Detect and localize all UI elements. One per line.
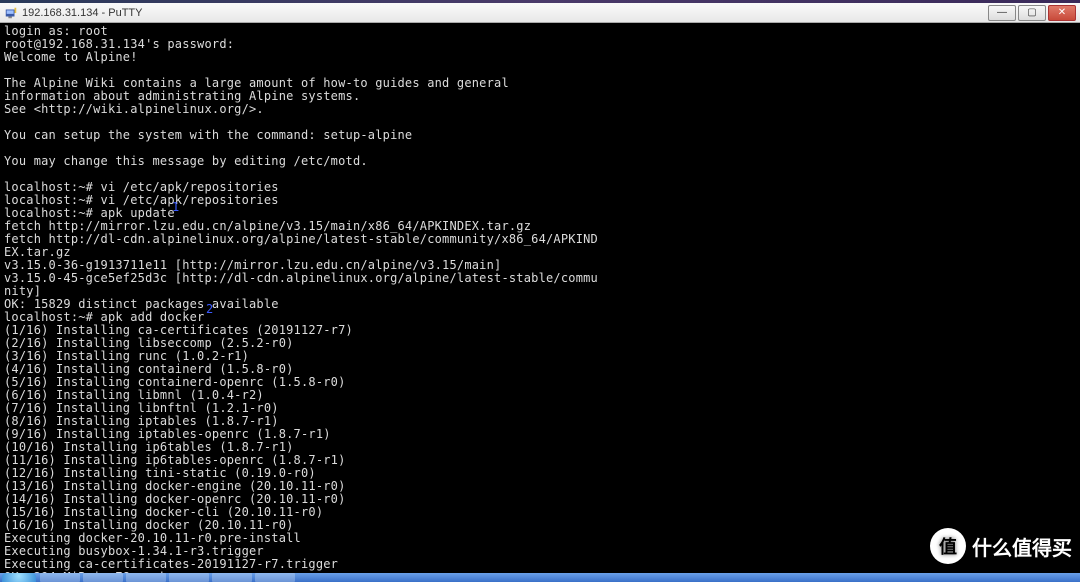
putty-icon <box>4 6 18 20</box>
taskbar-item[interactable] <box>126 573 166 582</box>
maximize-button[interactable]: ▢ <box>1018 5 1046 21</box>
terminal-line: You may change this message by editing /… <box>4 155 1076 168</box>
taskbar-item[interactable] <box>255 573 295 582</box>
window-title: 192.168.31.134 - PuTTY <box>22 7 142 19</box>
terminal-line: See <http://wiki.alpinelinux.org/>. <box>4 103 1076 116</box>
windows-taskbar[interactable] <box>0 573 1080 582</box>
terminal-line: v3.15.0-45-gce5ef25d3c [http://dl-cdn.al… <box>4 272 1076 285</box>
watermark-badge-icon: 值 <box>930 528 966 564</box>
taskbar-item[interactable] <box>212 573 252 582</box>
watermark: 值 什么值得买 <box>930 528 1072 564</box>
close-button[interactable]: ✕ <box>1048 5 1076 21</box>
window-titlebar[interactable]: 192.168.31.134 - PuTTY — ▢ ✕ <box>0 3 1080 23</box>
terminal-line: You can setup the system with the comman… <box>4 129 1076 142</box>
terminal-output[interactable]: login as: rootroot@192.168.31.134's pass… <box>0 23 1080 573</box>
taskbar-item[interactable] <box>169 573 209 582</box>
start-button[interactable] <box>2 573 36 582</box>
minimize-button[interactable]: — <box>988 5 1016 21</box>
taskbar-item[interactable] <box>40 573 80 582</box>
window-controls: — ▢ ✕ <box>986 5 1076 21</box>
terminal-line: Welcome to Alpine! <box>4 51 1076 64</box>
taskbar-item[interactable] <box>83 573 123 582</box>
terminal-line: fetch http://dl-cdn.alpinelinux.org/alpi… <box>4 233 1076 246</box>
watermark-text: 什么值得买 <box>972 532 1072 561</box>
terminal-line: root@192.168.31.134's password: <box>4 38 1076 51</box>
